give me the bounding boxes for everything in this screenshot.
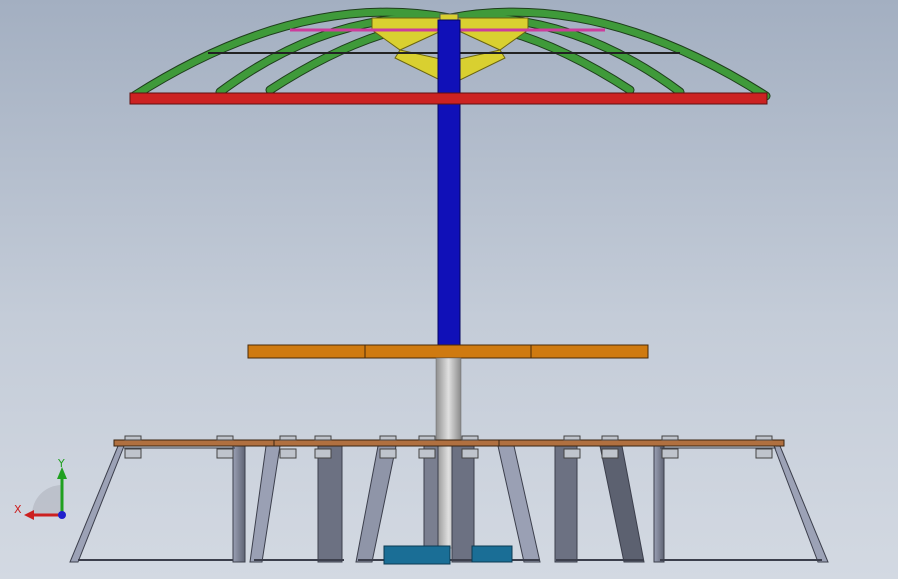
y-axis-label: Y	[57, 457, 65, 470]
bolt-head	[418, 435, 436, 441]
z-axis-origin	[58, 511, 66, 519]
x-axis-label: X	[14, 503, 22, 516]
bench-planks	[113, 439, 785, 447]
bolt-nut	[279, 448, 297, 459]
bolt-nut	[563, 448, 581, 459]
orientation-triad[interactable]: Y X	[10, 455, 80, 530]
bolt-nut	[124, 448, 142, 459]
bolt-head	[755, 435, 773, 441]
bolt-nut	[461, 448, 479, 459]
triad-plane	[32, 485, 62, 515]
bolt-head	[601, 435, 619, 441]
bolt-head	[314, 435, 332, 441]
base-plate	[383, 545, 513, 565]
canopy-hub	[439, 13, 459, 21]
pole-upper	[437, 19, 461, 348]
bolt-head	[563, 435, 581, 441]
bolt-head	[279, 435, 297, 441]
canopy-ring	[129, 92, 768, 105]
bolt-nut	[418, 448, 436, 459]
bolt-head	[661, 435, 679, 441]
bolt-head	[461, 435, 479, 441]
table-top	[247, 344, 649, 359]
umbrella-table-model[interactable]	[0, 0, 898, 579]
bolt-head	[379, 435, 397, 441]
bolt-nut	[314, 448, 332, 459]
x-axis-arrow	[24, 510, 34, 520]
bolt-head	[124, 435, 142, 441]
bolt-nut	[601, 448, 619, 459]
bolt-nut	[216, 448, 234, 459]
bolt-nut	[661, 448, 679, 459]
bolt-head	[216, 435, 234, 441]
cad-viewport[interactable]: Y X	[0, 0, 898, 579]
bolt-nut	[755, 448, 773, 459]
bolt-nut	[379, 448, 397, 459]
